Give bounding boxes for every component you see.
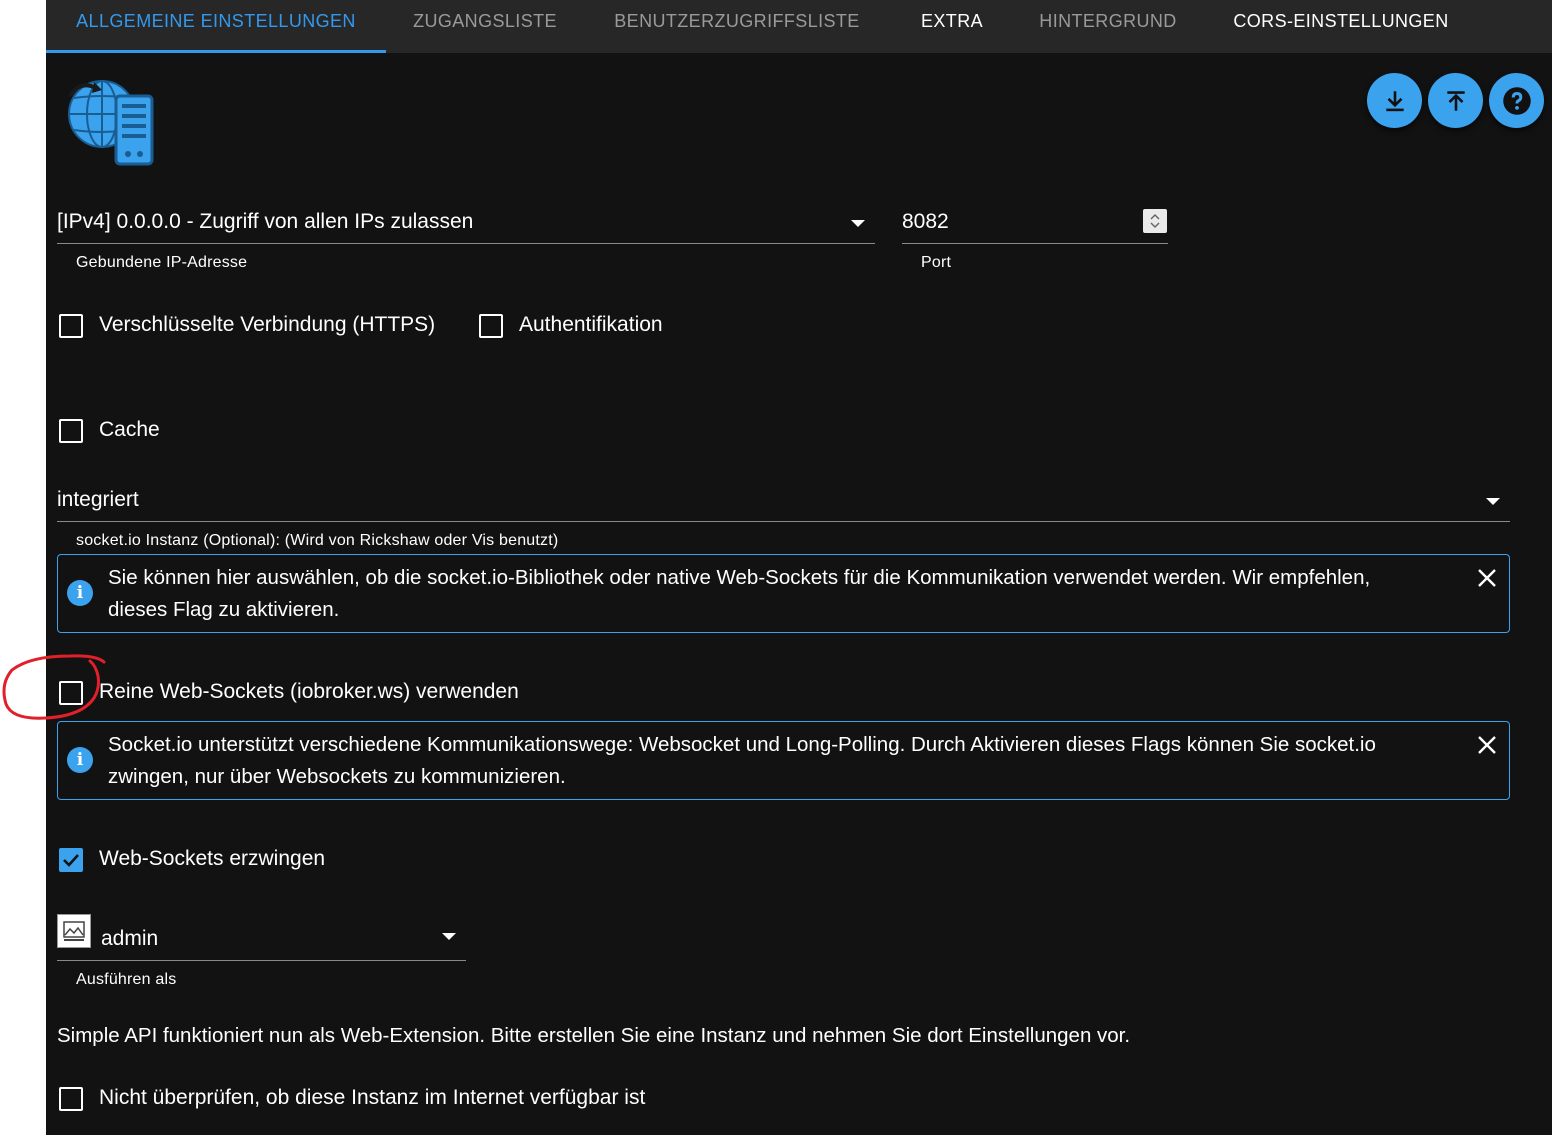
tab-cors-einstellungen[interactable]: CORS-Einstellungen [1202,0,1480,53]
tab-zugangsliste[interactable]: Zugangsliste [386,0,584,53]
socketio-helper: socket.io Instanz (Optional): (Wird von … [76,532,559,549]
info-alert-text: Socket.io unterstützt verschiedene Kommu… [108,733,1376,788]
bind-ip-value: [IPv4] 0.0.0.0 - Zugriff von allen IPs z… [57,210,474,233]
tab-allgemeine-einstellungen[interactable]: Allgemeine Einstellungen [46,0,386,53]
chevron-down-icon [1486,498,1500,505]
tab-benutzerzugriffsliste[interactable]: Benutzerzugriffsliste [584,0,890,53]
close-icon[interactable] [1476,734,1498,756]
info-alert: i Socket.io unterstützt verschiedene Kom… [57,721,1510,800]
port-helper: Port [921,254,952,271]
no-internet-check-label: Nicht überprüfen, ob diese Instanz im In… [99,1086,646,1109]
cache-checkbox[interactable] [59,419,83,443]
auth-label: Authentifikation [519,313,663,336]
active-tab-indicator [46,50,386,53]
help-icon [1502,86,1531,115]
bind-ip-underline [57,243,875,244]
user-avatar [57,914,91,948]
cache-label: Cache [99,418,160,441]
upload-button[interactable] [1428,73,1483,128]
tab-hintergrund[interactable]: Hintergrund [1014,0,1202,53]
port-value: 8082 [902,210,949,233]
help-button[interactable] [1489,73,1544,128]
tab-bar: Allgemeine Einstellungen Zugangsliste Be… [46,0,1552,53]
info-icon: i [67,747,93,773]
settings-panel: Allgemeine Einstellungen Zugangsliste Be… [46,0,1552,1135]
run-as-value: admin [101,927,159,950]
bind-ip-helper: Gebundene IP-Adresse [76,254,248,271]
https-label: Verschlüsselte Verbindung (HTTPS) [99,313,436,336]
run-as-underline [57,960,466,961]
stepper-arrows-icon [1150,213,1160,229]
no-internet-check-checkbox[interactable] [59,1087,83,1111]
auth-checkbox[interactable] [479,314,503,338]
chevron-down-icon [851,220,865,227]
upload-icon [1446,90,1465,111]
download-icon [1385,90,1404,111]
run-as-helper: Ausführen als [76,971,177,988]
web-adapter-logo [68,80,154,166]
https-checkbox[interactable] [59,314,83,338]
force-websockets-label: Web-Sockets erzwingen [99,847,326,870]
tab-extra[interactable]: Extra [890,0,1014,53]
annotation-circle [2,654,106,720]
socketio-value: integriert [57,488,139,511]
download-button[interactable] [1367,73,1422,128]
pure-websockets-label: Reine Web-Sockets (iobroker.ws) verwende… [99,680,519,703]
simple-api-note: Simple API funktioniert nun als Web-Exte… [57,1024,1131,1047]
info-icon: i [67,580,93,606]
port-stepper[interactable] [1143,209,1167,233]
chevron-down-icon [442,933,456,940]
checkmark-icon [63,854,79,867]
info-alert: i Sie können hier auswählen, ob die sock… [57,554,1510,633]
broken-image-icon [63,921,85,941]
info-alert-text: Sie können hier auswählen, ob die socket… [108,566,1371,621]
socketio-underline [57,521,1510,522]
port-underline [902,243,1168,244]
force-websockets-checkbox[interactable] [59,848,83,872]
close-icon[interactable] [1476,567,1498,589]
